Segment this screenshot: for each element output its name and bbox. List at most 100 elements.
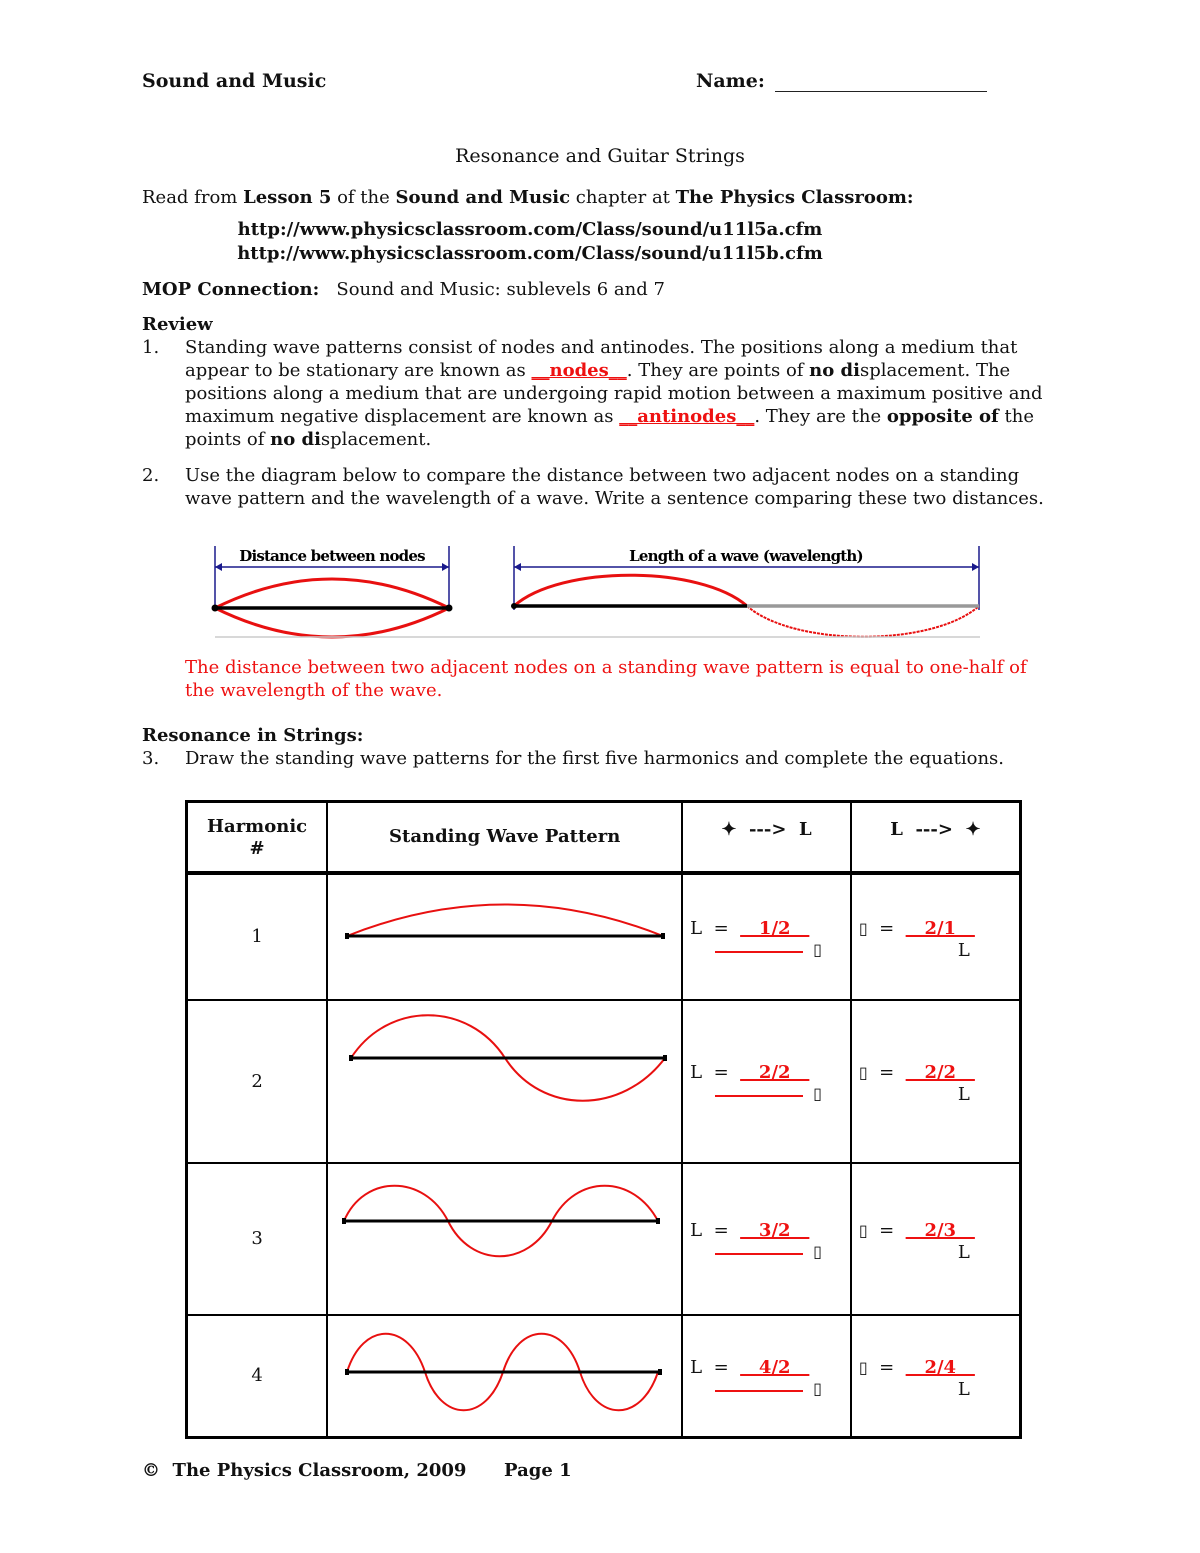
harmonic-number: 2 [185,998,329,1164]
mop-value: Sound and Music: sublevels 6 and 7 [336,279,665,300]
eq-expression: L = 2/2 [690,1062,809,1083]
name-blank[interactable] [774,73,987,92]
table-row: 2 L = 2/2 ▯ ▯ = 2/2 L [185,998,1022,1164]
wave-pattern-cell [326,998,684,1164]
eq-expression: ▯ = 2/4 [859,1357,975,1378]
eq-expression: L = 1/2 [690,918,809,939]
table-row: 3 L = 3/2 ▯ ▯ = 2/3 L [185,1161,1022,1316]
lambda-icon: ▯ [813,1084,822,1103]
label-node-distance: Distance between nodes [239,547,425,565]
answer-line [715,1095,804,1097]
question-2-text: Use the diagram below to compare the dis… [185,465,1044,509]
eq-L: L [690,1062,703,1083]
answer-lambda-coef[interactable]: 2/3 [906,1220,975,1241]
question-number: 1. [142,337,160,358]
eq-L: L [690,1219,703,1241]
eq-L-to-lambda[interactable]: ▯ = 2/2 L [849,998,1022,1164]
lambda-icon: ▯ [858,1220,868,1240]
question-1-text: Standing wave patterns consist of nodes … [185,336,1065,451]
table-header-row: Harmonic # Standing Wave Pattern ✦ ---> … [185,800,1022,875]
page-title: Resonance and Guitar Strings [455,145,745,167]
eq-equals: = [879,1062,895,1083]
eq-equals: = [713,1062,729,1083]
eq-lambda-to-L[interactable]: L = 4/2 ▯ [681,1313,852,1438]
harmonics-table: Harmonic # Standing Wave Pattern ✦ ---> … [185,800,1022,1439]
resonance-heading: Resonance in Strings: [142,725,364,746]
header-pattern: Standing Wave Pattern [326,800,684,875]
eq-L-denominator: L [957,940,970,961]
mop-label: MOP Connection: [142,279,320,300]
answer-lambda-coef[interactable]: 2/1 [906,918,975,939]
answer-q2[interactable]: The distance between two adjacent nodes … [185,656,1055,702]
question-2: 2. Use the diagram below to compare the … [142,464,1072,534]
question-number: 2. [142,465,160,486]
wave-pattern-cell [326,1313,684,1438]
header-harmonic: Harmonic # [185,800,329,875]
lambda-icon: ▯ [858,1358,868,1377]
eq-L-to-lambda[interactable]: ▯ = 2/1 L [849,871,1022,1001]
answer-L-coef[interactable]: 1/2 [740,918,809,939]
q1-bold-c: no di [270,429,321,450]
reading-instructions: Read from Lesson 5 of the Sound and Musi… [142,186,914,209]
harmonic-number: 4 [185,1313,329,1438]
lambda-icon: ▯ [858,919,868,938]
course-title: Sound and Music [142,70,327,92]
eq-L-denominator: L [957,1241,970,1263]
eq-L-to-lambda[interactable]: ▯ = 2/3 L [849,1161,1022,1316]
wavelength-length-diagram: Length of a wave (wavelength) [511,546,980,638]
eq-equals: = [879,1219,895,1241]
lambda-icon: ▯ [858,1063,868,1082]
answer-nodes[interactable]: __nodes__ [531,360,626,381]
reading-prefix: Read from [142,187,244,208]
eq-expression: ▯ = 2/1 [859,918,975,939]
eq-lambda-to-L[interactable]: L = 3/2 ▯ [681,1161,852,1316]
q1-bold-b: opposite of [886,406,999,427]
answer-L-coef[interactable]: 3/2 [740,1220,809,1241]
answer-lambda-coef[interactable]: 2/2 [906,1062,975,1083]
harmonic-number: 3 [185,1161,329,1316]
header-lambda-to-L: ✦ ---> L [681,800,852,875]
lesson-links: http://www.physicsclassroom.com/Class/so… [0,218,1060,266]
harmonic-number: 1 [185,871,329,1001]
wave-pattern-cell [326,871,684,1001]
question-1: 1. Standing wave patterns consist of nod… [142,336,1072,451]
name-field[interactable]: Name: [696,70,987,92]
eq-expression: ▯ = 2/3 [859,1220,975,1241]
lambda-icon: ▯ [813,1379,822,1398]
question-number: 3. [142,748,160,769]
answer-antinodes[interactable]: __antinodes__ [619,406,754,427]
eq-expression: ▯ = 2/2 [859,1062,975,1083]
eq-L-denominator: L [957,1379,970,1400]
answer-L-coef[interactable]: 4/2 [740,1357,809,1378]
eq-L: L [690,1357,703,1378]
eq-lambda-to-L[interactable]: L = 1/2 ▯ [681,871,852,1001]
eq-L-to-lambda[interactable]: ▯ = 2/4 L [849,1313,1022,1438]
site-ref: The Physics Classroom: [675,187,914,208]
answer-L-coef[interactable]: 2/2 [740,1062,809,1083]
node-distance-diagram: Distance between nodes [211,546,453,639]
eq-lambda-to-L[interactable]: L = 2/2 ▯ [681,998,852,1164]
q1-text-b: . They are points of [626,360,810,381]
eq-equals: = [879,1357,895,1378]
question-3-text: Draw the standing wave patterns for the … [185,748,1004,769]
footer: © The Physics Classroom, 2009 Page 1 [142,1460,572,1481]
eq-equals: = [879,918,895,939]
link-lesson-5b[interactable]: http://www.physicsclassroom.com/Class/so… [0,242,1060,266]
link-lesson-5a[interactable]: http://www.physicsclassroom.com/Class/so… [0,218,1060,242]
eq-equals: = [713,918,729,939]
reading-mid2: chapter at [570,187,676,208]
answer-lambda-coef[interactable]: 2/4 [906,1357,975,1378]
header-harmonic-label: Harmonic # [207,815,308,859]
chapter-ref: Sound and Music [395,187,571,208]
eq-equals: = [713,1357,729,1378]
copyright-icon: © [142,1460,160,1481]
q1-text-d: . They are the [754,406,887,427]
wave-pattern-1 [345,903,666,939]
label-wavelength: Length of a wave (wavelength) [629,547,863,565]
footer-org: The Physics Classroom, 2009 [172,1460,467,1481]
review-heading: Review [142,314,213,335]
wave-pattern-2 [349,1013,668,1102]
q1-bold-a: no di [809,360,860,381]
wave-pattern-4 [345,1332,663,1411]
table-row: 1 L = 1/2 ▯ ▯ = 2/1 L [185,871,1022,1001]
